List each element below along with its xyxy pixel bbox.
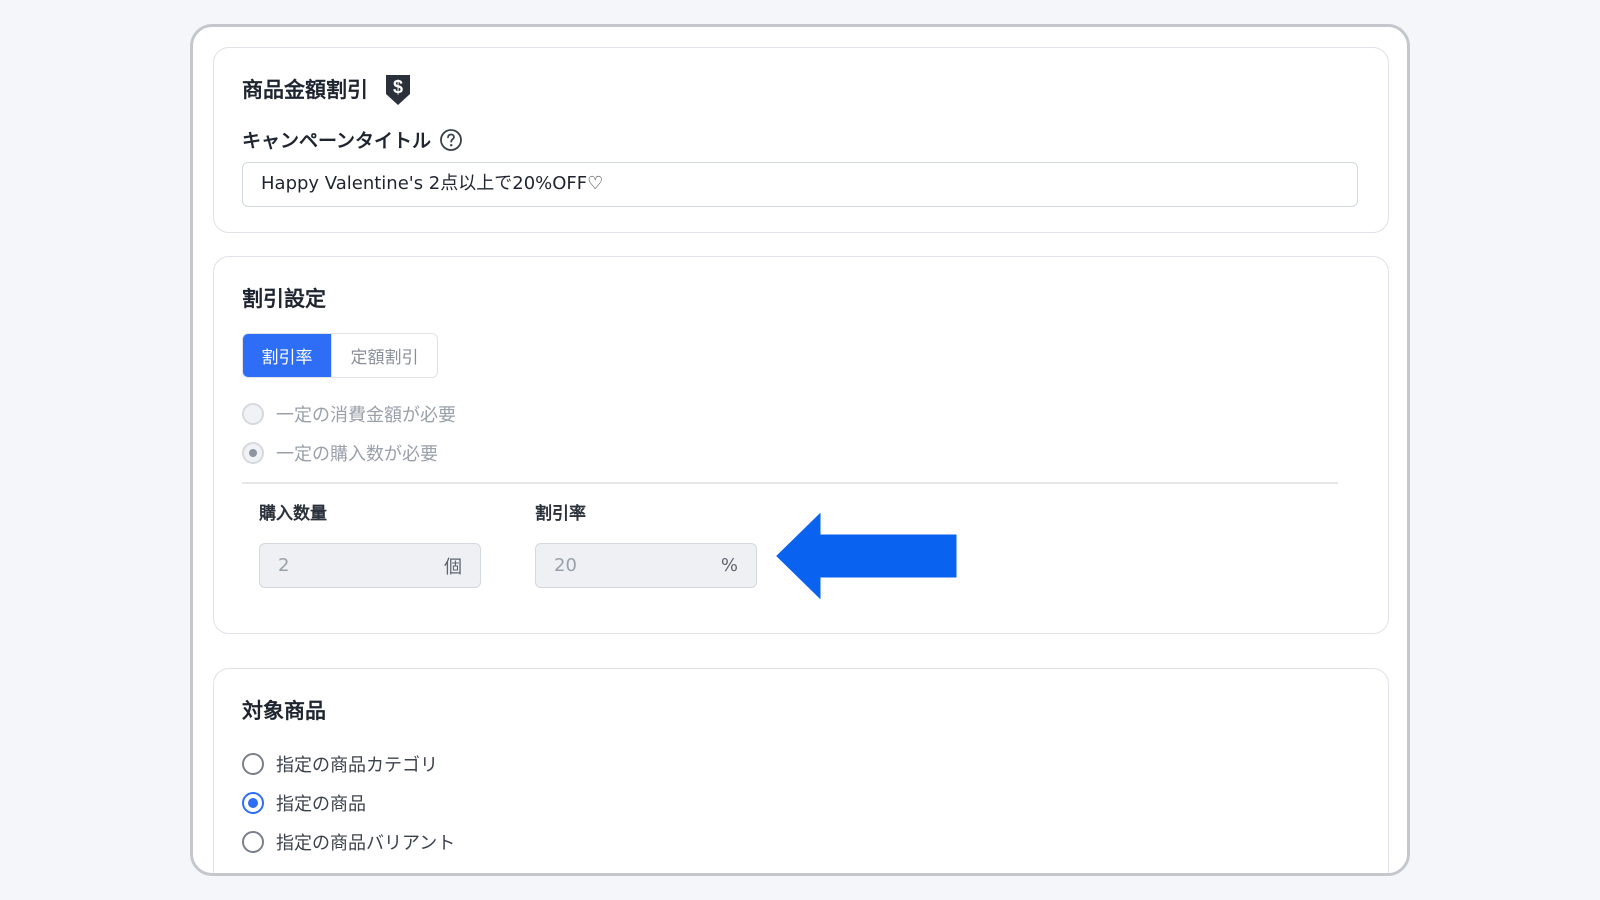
product-discount-card: 商品金額割引 $ キャンペーンタイトル Happy Valentine's 2点…	[213, 47, 1389, 233]
condition-min-quantity[interactable]: 一定の購入数が必要	[242, 440, 438, 466]
divider	[242, 482, 1338, 484]
tab-fixed-discount[interactable]: 定額割引	[331, 334, 437, 377]
campaign-title-label-text: キャンペーンタイトル	[242, 130, 432, 152]
rate-input[interactable]: 20 %	[535, 543, 757, 588]
radio-button[interactable]	[242, 403, 264, 425]
tab-discount-rate[interactable]: 割引率	[243, 334, 331, 377]
target-option-category-label: 指定の商品カテゴリ	[276, 755, 438, 776]
campaign-title-input[interactable]: Happy Valentine's 2点以上で20%OFF♡	[242, 162, 1358, 207]
radio-button-checked[interactable]	[242, 792, 264, 814]
quantity-value: 2	[278, 555, 290, 576]
condition-min-spend[interactable]: 一定の消費金額が必要	[242, 401, 456, 427]
product-discount-title-text: 商品金額割引	[242, 78, 368, 102]
rate-unit: %	[720, 555, 738, 576]
target-option-variant[interactable]: 指定の商品バリアント	[242, 829, 455, 855]
quantity-unit: 個	[444, 556, 462, 578]
discount-type-toggle: 割引率 定額割引	[242, 333, 438, 378]
target-option-product[interactable]: 指定の商品	[242, 790, 366, 816]
dollar-down-icon: $	[382, 72, 414, 106]
svg-text:$: $	[393, 77, 403, 97]
settings-frame: 商品金額割引 $ キャンペーンタイトル Happy Valentine's 2点…	[190, 24, 1410, 876]
condition-min-quantity-label: 一定の購入数が必要	[276, 444, 438, 465]
rate-value: 20	[554, 555, 577, 576]
quantity-input[interactable]: 2 個	[259, 543, 481, 588]
quantity-label: 購入数量	[259, 504, 327, 524]
target-products-card: 対象商品 指定の商品カテゴリ 指定の商品 指定の商品バリアント	[213, 668, 1389, 873]
radio-button[interactable]	[242, 753, 264, 775]
target-products-title: 対象商品	[242, 699, 326, 723]
campaign-title-label: キャンペーンタイトル	[242, 126, 463, 153]
help-icon[interactable]	[439, 128, 463, 152]
target-option-variant-label: 指定の商品バリアント	[276, 833, 456, 854]
product-discount-title: 商品金額割引 $	[242, 72, 414, 106]
rate-label: 割引率	[535, 504, 586, 524]
target-option-product-label: 指定の商品	[276, 794, 366, 815]
discount-settings-title: 割引設定	[242, 287, 326, 311]
condition-min-spend-label: 一定の消費金額が必要	[276, 405, 456, 426]
arrow-left-icon	[771, 505, 962, 607]
radio-button[interactable]	[242, 831, 264, 853]
radio-button-checked[interactable]	[242, 442, 264, 464]
target-option-category[interactable]: 指定の商品カテゴリ	[242, 751, 438, 777]
